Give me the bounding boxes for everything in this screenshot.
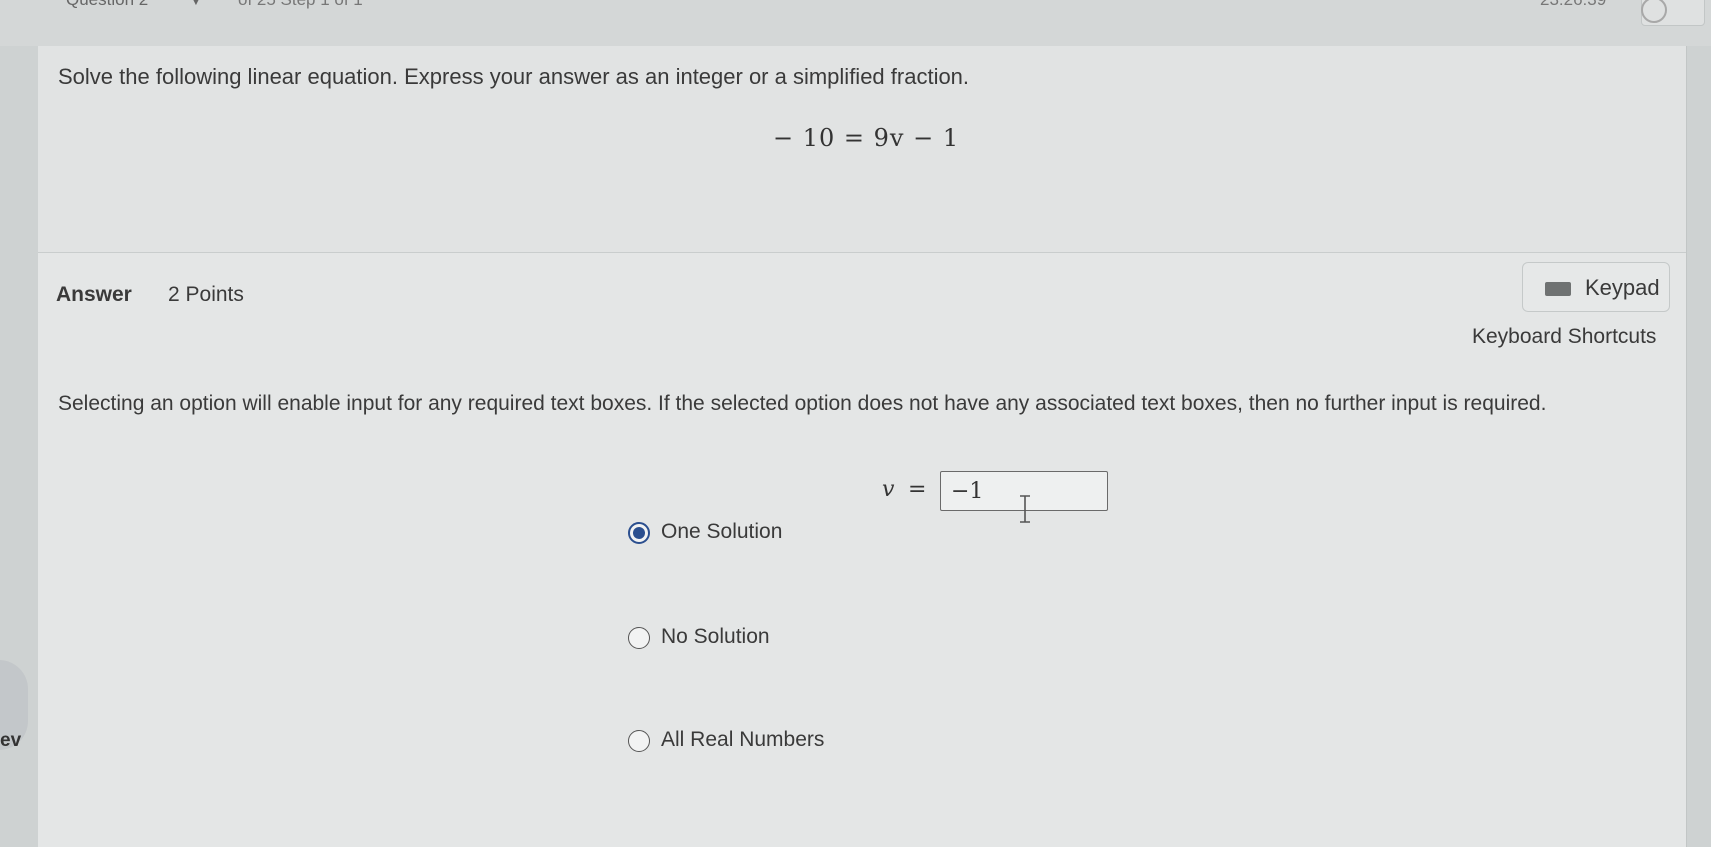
equals-sign: = [908,477,927,502]
points-label: 2 Points [168,283,244,306]
question-selector[interactable]: Question 2 [66,0,148,10]
options-instruction: Selecting an option will enable input fo… [58,392,1547,415]
radio-all-real-numbers[interactable] [628,730,650,752]
keyboard-icon [1545,282,1571,296]
chevron-down-icon[interactable]: ▼ [190,0,202,8]
option-label: All Real Numbers [661,728,825,751]
timer: 23:26:39 [1540,0,1606,10]
question-instruction: Solve the following linear equation. Exp… [58,64,970,89]
keyboard-shortcuts-link[interactable]: Keyboard Shortcuts [1472,325,1656,349]
help-icon [1641,0,1667,23]
equation: − 10 = 9v − 1 [773,124,960,152]
top-right-button[interactable] [1641,0,1705,26]
keypad-button[interactable]: Keypad [1522,262,1670,312]
right-sidebar [1686,46,1711,847]
option-label: One Solution [661,520,783,543]
answer-panel: Answer 2 Points Keypad Keyboard Shortcut… [38,253,1686,847]
left-sidebar-label: ev [0,730,22,751]
option-label: No Solution [661,625,770,648]
radio-one-solution[interactable] [628,522,650,544]
question-panel: Solve the following linear equation. Exp… [38,46,1686,253]
variable-label: v [882,477,895,502]
top-bar: Question 2 ▼ of 25 Step 1 of 1 23:26:39 [0,0,1711,47]
answer-title: Answer [56,283,132,306]
radio-no-solution[interactable] [628,627,650,649]
ibeam-cursor-icon [1020,495,1030,523]
step-indicator: of 25 Step 1 of 1 [238,0,363,10]
keypad-label: Keypad [1585,275,1660,300]
